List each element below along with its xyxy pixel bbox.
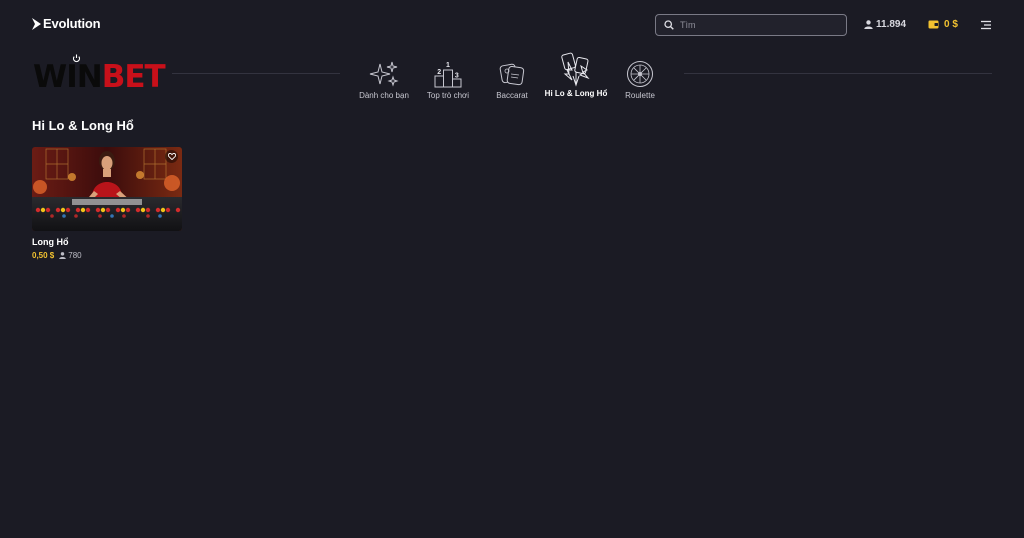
category-label: Dành cho bạn (359, 91, 409, 100)
category-label: Top trò chơi (426, 91, 470, 100)
players-count: 11.894 (876, 19, 907, 30)
podium-icon: 1 2 3 (434, 62, 462, 88)
wallet-icon (928, 20, 939, 29)
category-top-games[interactable]: 1 2 3 Top trò chơi (416, 60, 480, 100)
evolution-logo[interactable]: Evolution (32, 16, 101, 31)
game-players: 780 (59, 251, 82, 260)
heart-icon (167, 153, 176, 160)
search-icon (664, 20, 674, 30)
podium-rank-1: 1 (446, 62, 450, 69)
logo-text: Evolution (43, 16, 101, 31)
category-baccarat[interactable]: Baccarat (480, 60, 544, 100)
min-bet: 0,50 $ (32, 251, 55, 260)
roulette-wheel-icon (627, 61, 653, 87)
game-thumbnail[interactable] (32, 147, 182, 231)
evolution-logo-icon (32, 17, 41, 30)
live-dealer-image (32, 147, 182, 231)
players-online: 11.894 (864, 19, 906, 30)
baccarat-cards-icon (499, 63, 525, 86)
game-title[interactable]: Long Hổ (32, 237, 182, 247)
search-box[interactable] (655, 14, 847, 36)
favorite-button[interactable] (165, 150, 178, 163)
wallet-balance[interactable]: 0 $ (928, 19, 958, 30)
category-label: Roulette (625, 91, 655, 100)
dragon-tiger-icon (561, 52, 590, 87)
user-icon (59, 252, 67, 259)
section-title: Hi Lo & Long Hổ (32, 118, 134, 133)
category-label: Hi Lo & Long Hổ (544, 89, 608, 98)
category-nav: Dành cho bạn 1 2 3 Top trò chơi Baccarat (0, 52, 1024, 112)
category-label: Baccarat (496, 91, 528, 100)
game-card[interactable]: Long Hổ 0,50 $ 780 (32, 147, 182, 260)
sparkles-icon (369, 61, 399, 87)
balance-amount: 0 $ (944, 19, 958, 30)
podium-rank-3: 3 (455, 73, 459, 80)
podium-rank-2: 2 (437, 69, 441, 76)
category-roulette[interactable]: Roulette (608, 60, 672, 100)
game-meta: 0,50 $ 780 (32, 251, 182, 260)
search-input[interactable] (680, 20, 830, 30)
category-hilo-dragon-tiger[interactable]: Hi Lo & Long Hổ (544, 52, 608, 98)
category-for-you[interactable]: Dành cho bạn (352, 60, 416, 100)
menu-icon[interactable] (980, 19, 992, 31)
game-players-count: 780 (68, 251, 82, 260)
user-icon (864, 20, 873, 29)
